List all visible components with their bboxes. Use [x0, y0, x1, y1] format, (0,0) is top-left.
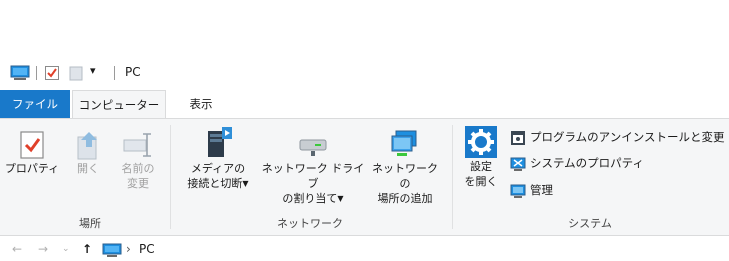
back-arrow-icon[interactable]: ←	[12, 242, 22, 256]
manage-icon	[510, 184, 526, 198]
rename-button[interactable]: 名前の 変更	[112, 129, 164, 191]
network-drive-icon	[299, 139, 327, 156]
rename-icon	[123, 133, 151, 157]
up-arrow-icon[interactable]: ↑	[82, 242, 92, 256]
uninstall-programs-button[interactable]: プログラムのアンインストールと変更	[510, 128, 724, 146]
tab-view[interactable]: 表示	[176, 90, 226, 118]
media-connect-button[interactable]: メディアの 接続と切断▼	[176, 125, 260, 191]
address-bar: ← → ⌄ ↑ › PC	[0, 242, 729, 261]
group-label-network: ネットワーク	[277, 217, 343, 230]
forward-arrow-icon[interactable]: →	[38, 242, 48, 256]
open-icon	[77, 132, 97, 160]
new-folder-qat-icon[interactable]	[68, 65, 84, 85]
network-location-icon	[391, 130, 417, 156]
open-button[interactable]: 開く	[68, 129, 108, 176]
properties-icon	[20, 131, 44, 159]
qat-customize-dropdown[interactable]: ▾	[90, 64, 96, 77]
tab-file[interactable]: ファイル	[0, 90, 70, 118]
ribbon: プロパティ 開く 名前の 変更 場所 メディアの 接続と切断▼ ネットワーク ド…	[0, 118, 729, 236]
gear-icon	[465, 126, 497, 158]
group-label-system: システム	[568, 217, 612, 230]
breadcrumb-pc[interactable]: PC	[139, 242, 155, 256]
manage-button[interactable]: 管理	[510, 181, 553, 199]
properties-qat-icon[interactable]	[44, 65, 60, 85]
open-settings-button[interactable]: 設定 を開く	[458, 125, 504, 189]
media-server-icon	[208, 127, 232, 157]
window-title: PC	[125, 65, 141, 79]
breadcrumb-separator-icon[interactable]: ›	[126, 242, 131, 256]
programs-icon	[511, 130, 525, 145]
add-network-location-button[interactable]: ネットワークの 場所の追加	[368, 125, 442, 206]
computer-icon[interactable]	[10, 65, 30, 85]
map-network-drive-button[interactable]: ネットワーク ドライブ の割り当て▼	[258, 125, 368, 206]
system-properties-button[interactable]: システムのプロパティ	[510, 154, 644, 172]
computer-address-icon	[102, 243, 122, 261]
title-bar: ▾ PC	[0, 58, 729, 88]
system-properties-icon	[510, 157, 526, 171]
recent-locations-chevron-icon[interactable]: ⌄	[62, 244, 70, 254]
group-label-location: 場所	[79, 217, 101, 230]
tab-computer[interactable]: コンピューター	[72, 90, 166, 118]
ribbon-tabs: ファイル コンピューター 表示	[0, 90, 729, 118]
properties-button[interactable]: プロパティ	[4, 129, 60, 176]
